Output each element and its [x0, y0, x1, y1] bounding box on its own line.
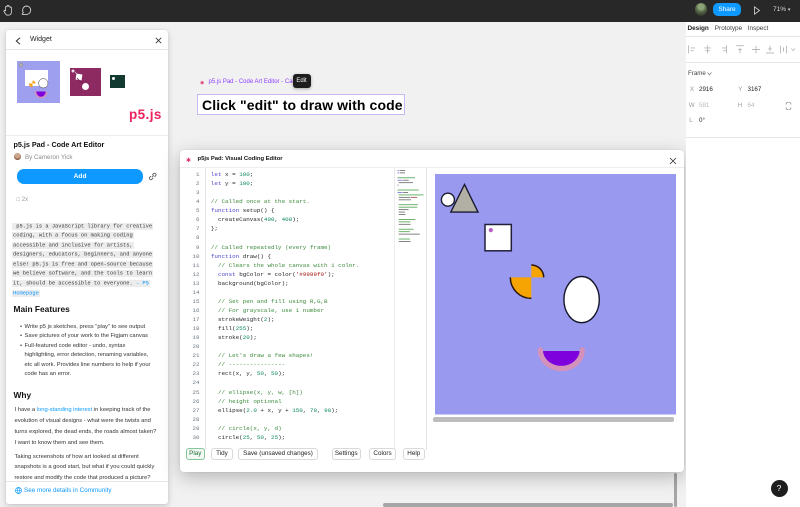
- svg-text:✱: ✱: [200, 81, 204, 86]
- svg-text:✱: ✱: [186, 157, 191, 163]
